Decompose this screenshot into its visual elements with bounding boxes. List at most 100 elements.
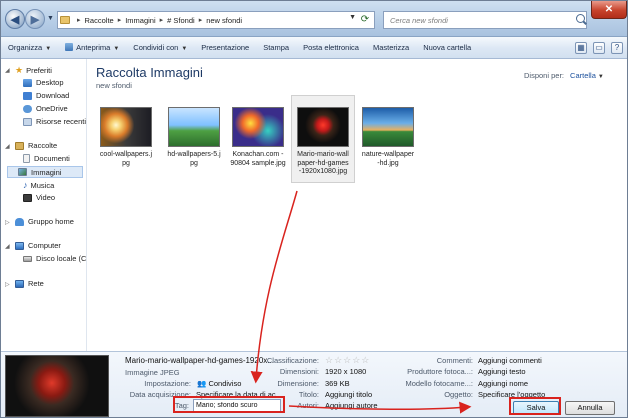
commenti-value[interactable]: Aggiungi commenti bbox=[478, 356, 542, 365]
preview-menu[interactable]: Anteprima ▼ bbox=[58, 37, 126, 59]
sidebar-item-disco-locale[interactable]: Disco locale (C: bbox=[23, 254, 86, 263]
forward-button[interactable]: ▶ bbox=[25, 9, 45, 29]
burn-button[interactable]: Masterizza bbox=[366, 37, 416, 59]
preview-pane-icon[interactable]: ▭ bbox=[593, 41, 605, 54]
sidebar-item-preferiti[interactable]: ★ Preferiti bbox=[15, 65, 52, 76]
preview-thumbnail bbox=[5, 355, 109, 417]
classificazione-label: Classificazione: bbox=[266, 356, 319, 365]
sidebar-item-computer[interactable]: Computer bbox=[15, 241, 61, 250]
breadcrumb-new-sfondi[interactable]: new sfondi bbox=[206, 16, 242, 25]
file-name-field[interactable]: Mario-mario-wallpaper-hd-games-1920x... bbox=[125, 356, 274, 365]
library-icon bbox=[15, 141, 24, 150]
file-name: hd-wallpapers-5.j pg bbox=[167, 151, 221, 167]
email-button[interactable]: Posta elettronica bbox=[296, 37, 366, 59]
help-icon[interactable]: ? bbox=[611, 41, 623, 54]
autori-value[interactable]: Aggiungi autore bbox=[325, 401, 378, 410]
music-icon: ♪ bbox=[23, 180, 28, 190]
search-icon[interactable] bbox=[576, 14, 585, 23]
file-item[interactable]: nature-wallpaper -hd.jpg bbox=[356, 107, 420, 168]
address-bar-area: ◀ ▶ ▼ ▸ Raccolte ▸ Immagini ▸ # Sfondi ▸… bbox=[1, 1, 627, 37]
oggetto-value[interactable]: Specificare l'oggetto bbox=[478, 390, 545, 399]
preview-icon bbox=[65, 42, 74, 51]
pictures-icon bbox=[18, 168, 27, 176]
search-input[interactable] bbox=[383, 11, 587, 29]
dimensioni-label: Dimensioni: bbox=[279, 367, 319, 376]
chevron-down-icon[interactable]: ▼ bbox=[598, 74, 604, 80]
crumb-separator-icon[interactable]: ▸ bbox=[118, 16, 122, 24]
sidebar-item-label: Documenti bbox=[34, 154, 70, 163]
cancel-button[interactable]: Annulla bbox=[565, 401, 615, 415]
sidebar-item-risorse-recenti[interactable]: Risorse recenti bbox=[23, 117, 86, 126]
expand-icon[interactable]: ◢ bbox=[5, 67, 10, 74]
expand-icon[interactable]: ▷ bbox=[5, 281, 10, 288]
desktop-icon bbox=[23, 78, 32, 87]
arrange-by-dropdown[interactable]: Cartella bbox=[570, 71, 596, 80]
chevron-down-icon: ▼ bbox=[181, 45, 188, 52]
breadcrumb-immagini[interactable]: Immagini bbox=[125, 16, 155, 25]
back-button[interactable]: ◀ bbox=[5, 9, 25, 29]
sidebar-item-label: Download bbox=[36, 91, 70, 100]
sidebar-item-rete[interactable]: Rete bbox=[15, 279, 44, 288]
breadcrumb-sfondi[interactable]: # Sfondi bbox=[167, 16, 195, 25]
expand-icon[interactable]: ◢ bbox=[5, 143, 10, 150]
details-pane: Mario-mario-wallpaper-hd-games-1920x... … bbox=[1, 351, 627, 417]
dimensioni-value: 1920 x 1080 bbox=[325, 367, 367, 376]
sidebar-item-download[interactable]: Download bbox=[23, 91, 69, 100]
print-button[interactable]: Stampa bbox=[256, 37, 296, 59]
document-icon bbox=[23, 154, 30, 163]
arrange-by: Disponi per: Cartella ▼ bbox=[524, 71, 604, 80]
data-acquisizione-label: Data acquisizione: bbox=[129, 390, 191, 399]
sidebar-item-label: Computer bbox=[28, 241, 61, 250]
file-item[interactable]: Konachan.com -90804 sample.jpg bbox=[226, 107, 290, 168]
address-bar[interactable]: ▸ Raccolte ▸ Immagini ▸ # Sfondi ▸ new s… bbox=[57, 11, 375, 29]
tag-label: Tag: bbox=[174, 401, 189, 410]
crumb-separator-icon[interactable]: ▸ bbox=[199, 16, 203, 24]
share-menu[interactable]: Condividi con ▼ bbox=[126, 37, 194, 59]
file-name: cool-wallpapers.j pg bbox=[99, 151, 153, 167]
video-icon bbox=[23, 193, 32, 202]
homegroup-icon bbox=[15, 217, 24, 226]
refresh-icon[interactable]: ⟳ bbox=[358, 13, 372, 27]
sidebar-item-onedrive[interactable]: OneDrive bbox=[23, 104, 68, 113]
expand-icon[interactable]: ◢ bbox=[5, 243, 10, 250]
close-button[interactable]: ✕ bbox=[591, 1, 627, 19]
file-item[interactable]: hd-wallpapers-5.j pg bbox=[162, 107, 226, 168]
commenti-label: Commenti: bbox=[436, 356, 473, 365]
sidebar-item-immagini[interactable]: Immagini bbox=[7, 166, 83, 178]
new-folder-button[interactable]: Nuova cartella bbox=[416, 37, 478, 59]
star-icon: ★ bbox=[15, 65, 24, 75]
image-thumbnail bbox=[362, 107, 414, 147]
sidebar-item-gruppo-home[interactable]: Gruppo home bbox=[15, 217, 74, 226]
sidebar-item-video[interactable]: Video bbox=[23, 193, 55, 202]
computer-icon bbox=[15, 241, 24, 250]
autori-label: Autori: bbox=[297, 401, 319, 410]
breadcrumb-raccolte[interactable]: Raccolte bbox=[85, 16, 114, 25]
file-item-selected[interactable]: Mario-mario-wall paper-hd-games -1920x1080… bbox=[291, 95, 355, 183]
impostazione-value[interactable]: 👥 Condiviso bbox=[197, 379, 241, 388]
sidebar-item-raccolte[interactable]: Raccolte bbox=[15, 141, 57, 150]
sidebar-item-documenti[interactable]: Documenti bbox=[23, 154, 70, 163]
sidebar-item-desktop[interactable]: Desktop bbox=[23, 78, 64, 87]
produttore-value[interactable]: Aggiungi testo bbox=[478, 367, 526, 376]
page-title: Raccolta Immagini bbox=[96, 65, 203, 80]
dimensione-value: 369 KB bbox=[325, 379, 350, 388]
slideshow-button[interactable]: Presentazione bbox=[194, 37, 256, 59]
arrange-by-label: Disponi per: bbox=[524, 71, 565, 80]
modello-value[interactable]: Aggiungi nome bbox=[478, 379, 528, 388]
sidebar-item-musica[interactable]: ♪ Musica bbox=[23, 180, 54, 190]
organize-menu[interactable]: Organizza ▼ bbox=[1, 37, 58, 59]
network-icon bbox=[15, 279, 24, 288]
titolo-value[interactable]: Aggiungi titolo bbox=[325, 390, 372, 399]
rating-stars[interactable]: ☆☆☆☆☆ bbox=[325, 355, 370, 366]
image-thumbnail bbox=[100, 107, 152, 147]
history-dropdown-icon[interactable]: ▼ bbox=[47, 15, 54, 22]
view-options-icon[interactable]: ▦ bbox=[575, 41, 587, 54]
save-button[interactable]: Salva bbox=[513, 401, 559, 415]
sidebar-item-label: Desktop bbox=[36, 78, 64, 87]
expand-icon[interactable]: ▷ bbox=[5, 219, 10, 226]
share-label: Condividi con bbox=[133, 42, 179, 52]
file-item[interactable]: cool-wallpapers.j pg bbox=[94, 107, 158, 168]
dimensione-label: Dimensione: bbox=[277, 379, 319, 388]
address-dropdown-icon[interactable]: ▼ bbox=[349, 14, 356, 21]
crumb-separator-icon[interactable]: ▸ bbox=[160, 16, 164, 24]
